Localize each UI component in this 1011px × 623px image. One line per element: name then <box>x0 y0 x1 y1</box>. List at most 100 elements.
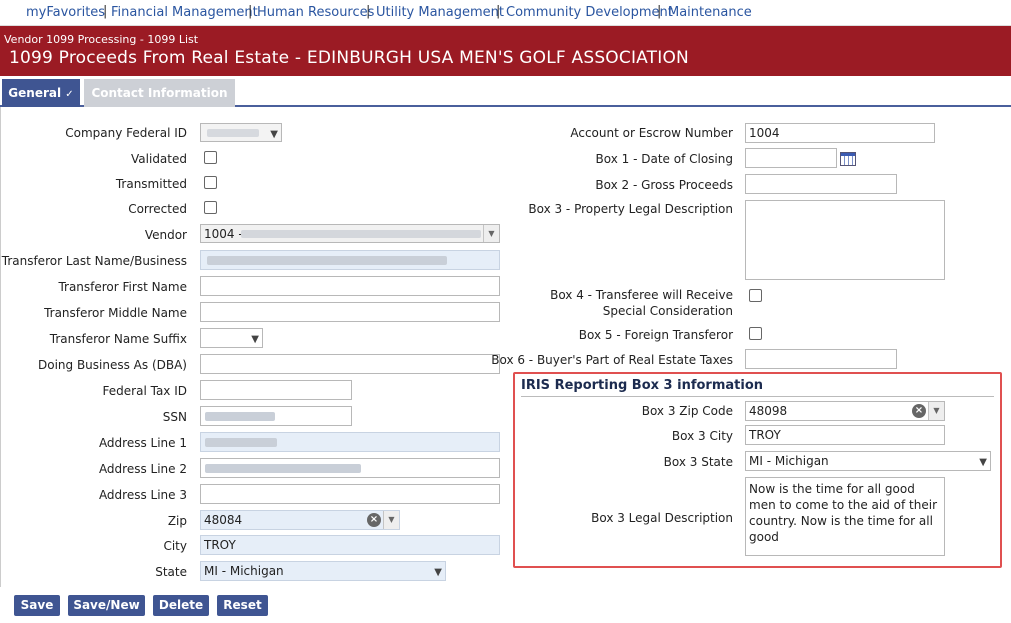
vendor-value: 1004 - <box>204 227 243 241</box>
box3-city-value: TROY <box>749 428 781 442</box>
content-border <box>0 107 1 587</box>
redacted-value <box>205 412 275 421</box>
zip-label: Zip <box>167 514 187 528</box>
chevron-down-icon: ▼ <box>251 334 259 345</box>
account-escrow-number-value: 1004 <box>749 126 780 140</box>
transferor-first-name-label: Transferor First Name <box>58 280 187 294</box>
nav-item-community-development[interactable]: Community Development <box>506 5 673 20</box>
box4-transferee-label: Box 4 - Transferee will Receive <box>550 288 733 302</box>
transmitted-label: Transmitted <box>115 177 187 191</box>
checkmark-icon: ✓ <box>65 89 74 100</box>
box3-state-value: MI - Michigan <box>749 454 829 468</box>
chevron-down-icon: ▼ <box>434 567 442 578</box>
address-line-1-label: Address Line 1 <box>98 436 187 450</box>
box1-date-of-closing-label: Box 1 - Date of Closing <box>595 152 733 166</box>
iris-divider <box>521 396 994 397</box>
validated-checkbox[interactable] <box>204 151 217 164</box>
nav-separator: | <box>103 4 108 19</box>
nav-item-maintenance[interactable]: Maintenance <box>668 5 752 20</box>
iris-section-title: IRIS Reporting Box 3 information <box>521 378 764 393</box>
nav-separator: | <box>657 4 662 19</box>
dba-label: Doing Business As (DBA) <box>37 358 187 372</box>
box3-property-legal-description-field[interactable] <box>745 200 945 280</box>
clear-x-icon[interactable]: × <box>367 513 381 527</box>
transmitted-checkbox[interactable] <box>204 176 217 189</box>
vendor-label: Vendor <box>144 228 187 242</box>
ssn-field[interactable] <box>200 406 352 426</box>
page-header: Vendor 1099 Processing - 1099 List 1099 … <box>0 26 1011 76</box>
breadcrumb: Vendor 1099 Processing - 1099 List <box>4 33 199 46</box>
address-line-2-label: Address Line 2 <box>98 462 187 476</box>
redacted-value <box>207 256 447 265</box>
zip-combobox[interactable]: 48084 × ▼ <box>200 510 400 530</box>
box3-city-field[interactable]: TROY <box>745 425 945 445</box>
corrected-label: Corrected <box>128 202 187 216</box>
box3-state-label: Box 3 State <box>663 455 733 469</box>
corrected-checkbox[interactable] <box>204 201 217 214</box>
nav-item-utility-management[interactable]: Utility Management <box>376 5 504 20</box>
transferor-middle-name-field[interactable] <box>200 302 500 322</box>
state-label: State <box>155 565 187 579</box>
tab-general[interactable]: General ✓ <box>2 79 80 107</box>
tab-general-label: General <box>8 86 62 100</box>
box3-city-label: Box 3 City <box>671 429 733 443</box>
clear-x-icon[interactable]: × <box>912 404 926 418</box>
address-line-2-field[interactable] <box>200 458 500 478</box>
city-field[interactable]: TROY <box>200 535 500 555</box>
address-line-1-field[interactable] <box>200 432 500 452</box>
box4-special-consideration-label: Special Consideration <box>602 304 733 318</box>
account-escrow-number-field[interactable]: 1004 <box>745 123 935 143</box>
box6-buyers-part-label: Box 6 - Buyer's Part of Real Estate Taxe… <box>491 353 733 367</box>
redacted-value <box>241 230 481 238</box>
box3-property-legal-description-label: Box 3 - Property Legal Description <box>528 202 733 216</box>
save-button[interactable]: Save <box>14 595 60 616</box>
address-line-3-field[interactable] <box>200 484 500 504</box>
transferor-first-name-field[interactable] <box>200 276 500 296</box>
nav-item-myfavorites[interactable]: myFavorites <box>26 5 105 20</box>
box3-zip-code-combobox[interactable]: 48098 × ▼ <box>745 401 945 421</box>
nav-separator: | <box>496 4 501 19</box>
box3-legal-description-field[interactable]: Now is the time for all good men to come… <box>745 477 945 556</box>
box4-checkbox[interactable] <box>749 289 762 302</box>
state-select[interactable]: MI - Michigan ▼ <box>200 561 446 581</box>
nav-item-financial-management[interactable]: Financial Management <box>111 5 258 20</box>
box1-date-of-closing-field[interactable] <box>745 148 837 168</box>
company-federal-id-select[interactable]: ▼ <box>200 123 282 142</box>
dba-field[interactable] <box>200 354 500 374</box>
box2-gross-proceeds-label: Box 2 - Gross Proceeds <box>595 178 733 192</box>
reset-button[interactable]: Reset <box>217 595 268 616</box>
nav-separator: | <box>366 4 371 19</box>
box2-gross-proceeds-field[interactable] <box>745 174 897 194</box>
company-federal-id-label: Company Federal ID <box>65 126 187 140</box>
account-escrow-number-label: Account or Escrow Number <box>570 126 733 140</box>
tab-bar: General ✓ Contact Information <box>0 77 1011 107</box>
tab-contact-information[interactable]: Contact Information <box>84 79 235 107</box>
nav-item-human-resources[interactable]: Human Resources <box>257 5 374 20</box>
chevron-down-icon: ▼ <box>979 457 987 468</box>
chevron-down-icon[interactable]: ▼ <box>928 402 944 420</box>
box3-zip-code-label: Box 3 Zip Code <box>641 404 733 418</box>
box6-buyers-part-field[interactable] <box>745 349 897 369</box>
transferor-last-name-label: Transferor Last Name/Business <box>1 254 187 268</box>
calendar-icon[interactable] <box>840 152 856 166</box>
box5-checkbox[interactable] <box>749 327 762 340</box>
chevron-down-icon: ▼ <box>270 129 278 140</box>
save-new-button[interactable]: Save/New <box>68 595 145 616</box>
delete-button[interactable]: Delete <box>153 595 209 616</box>
federal-tax-id-label: Federal Tax ID <box>102 384 187 398</box>
box3-state-select[interactable]: MI - Michigan ▼ <box>745 451 991 471</box>
city-value: TROY <box>204 538 236 552</box>
top-nav: myFavorites | Financial Management | Hum… <box>0 0 1011 26</box>
address-line-3-label: Address Line 3 <box>98 488 187 502</box>
nav-separator: | <box>248 4 253 19</box>
transferor-name-suffix-select[interactable]: ▼ <box>200 328 263 348</box>
redacted-value <box>205 438 277 447</box>
federal-tax-id-field[interactable] <box>200 380 352 400</box>
vendor-combobox[interactable]: 1004 - ▼ <box>200 224 500 243</box>
chevron-down-icon[interactable]: ▼ <box>483 225 499 242</box>
chevron-down-icon[interactable]: ▼ <box>383 511 399 529</box>
transferor-last-name-field[interactable] <box>200 250 500 270</box>
redacted-value <box>207 129 259 137</box>
box3-legal-description-label: Box 3 Legal Description <box>591 511 733 525</box>
box3-zip-code-value: 48098 <box>749 404 788 418</box>
